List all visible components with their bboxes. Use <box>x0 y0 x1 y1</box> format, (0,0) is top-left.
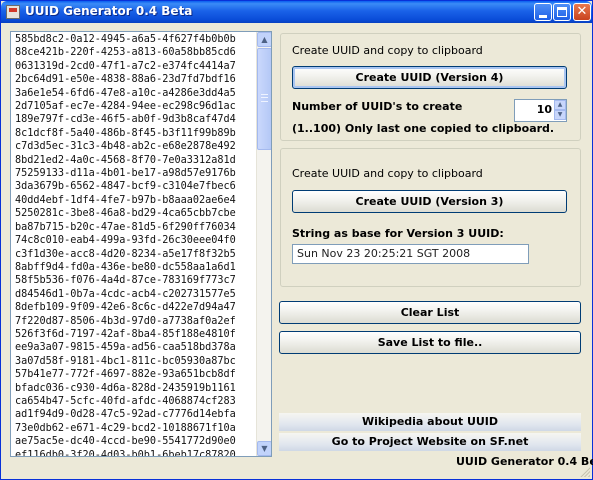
app-icon <box>6 5 20 19</box>
uuid-list-item[interactable]: 57b41e77-772f-4697-882e-93a651bcb8df <box>15 368 259 381</box>
v3-base-input[interactable]: Sun Nov 23 20:25:21 SGT 2008 <box>292 244 529 264</box>
count-label: Number of UUID's to create <box>292 100 463 113</box>
uuid-list-item[interactable]: c7d3d5ec-31c3-4b48-ab2c-e68e2878e492 <box>15 140 259 153</box>
uuid-list-item[interactable]: 8c1dcf8f-5a40-486b-8f45-b3f11f99b89b <box>15 127 259 140</box>
uuid-list-item[interactable]: 7f220d87-8506-4b3d-97d0-a7738af0a2ef <box>15 315 259 328</box>
list-scrollbar[interactable]: ▲ ▼ <box>256 32 271 456</box>
uuid-list-item[interactable]: ca654b47-5cfc-40fd-afdc-4068874cf283 <box>15 395 259 408</box>
create-uuid-v3-button[interactable]: Create UUID (Version 3) <box>292 190 567 213</box>
uuid-list-item[interactable]: 73e0db62-e671-4c29-bcd2-10188671f10a <box>15 422 259 435</box>
clear-list-button[interactable]: Clear List <box>279 301 581 324</box>
uuid-list-item[interactable]: d84546d1-0b7a-4cdc-acb4-c202731577e5 <box>15 288 259 301</box>
uuid-list-item[interactable]: c3f1d30e-acc8-4d20-8234-a5e17f8f32b5 <box>15 248 259 261</box>
uuid-list-item[interactable]: 3a07d58f-9181-4bc1-811c-bc05930a87bc <box>15 355 259 368</box>
spin-down-button[interactable]: ▼ <box>554 110 566 120</box>
maximize-button[interactable] <box>553 3 571 21</box>
resize-grip-icon[interactable] <box>579 466 590 477</box>
app-window: UUID Generator 0.4 Beta ✕ 585bd8c2-0a12-… <box>0 0 593 480</box>
uuid-list-item[interactable]: bfadc036-c930-4d6a-828d-2435919b1161 <box>15 382 259 395</box>
uuid-list-item[interactable]: 2d7105af-ec7e-4284-94ee-ec298c96d1ac <box>15 100 259 113</box>
uuid-list-item[interactable]: 3a6e1e54-6fd6-47e8-a10c-a4286e3dd4a5 <box>15 87 259 100</box>
create-uuid-v4-button[interactable]: Create UUID (Version 4) <box>292 66 567 89</box>
v3-heading: Create UUID and copy to clipboard <box>292 167 483 180</box>
uuid-list-item[interactable]: 88ce421b-220f-4253-a813-60a58bb85cd6 <box>15 46 259 59</box>
uuid-list-item[interactable]: 2bc64d91-e50e-4838-88a6-23d7fd7bdf16 <box>15 73 259 86</box>
uuid-list-item[interactable]: 3da3679b-6562-4847-bcf9-c3104e7fbec6 <box>15 180 259 193</box>
count-hint: (1..100) Only last one copied to clipboa… <box>292 122 555 135</box>
uuid-list[interactable]: 585bd8c2-0a12-4945-a6a5-4f627f4b0b0b 88ce… <box>10 31 272 457</box>
uuid-list-item[interactable]: 8bd21ed2-4a0c-4568-8f70-7e0a3312a81d <box>15 154 259 167</box>
project-website-button[interactable]: Go to Project Website on SF.net <box>279 433 581 451</box>
version-footer: UUID Generator 0.4 Beta <box>456 455 593 468</box>
uuid-list-item[interactable]: 5250281c-3be8-46a8-bd29-4ca65cbb7cbe <box>15 207 259 220</box>
scroll-up-button[interactable]: ▲ <box>257 32 271 47</box>
scroll-thumb[interactable] <box>257 48 271 150</box>
uuid-list-item[interactable]: 40dd4ebf-1df4-4fe7-b97b-b8aaa02ae6e4 <box>15 194 259 207</box>
uuid-list-item[interactable]: ef116db0-3f20-4d03-b0b1-6beb17c87820 <box>15 449 259 456</box>
minimize-icon <box>539 15 547 18</box>
v3-base-label: String as base for Version 3 UUID: <box>292 227 504 240</box>
minimize-button[interactable] <box>534 3 552 21</box>
v4-heading: Create UUID and copy to clipboard <box>292 44 483 57</box>
uuid-list-item[interactable]: 75259133-d11a-4b01-be17-a98d57e9176b <box>15 167 259 180</box>
uuid-list-item[interactable]: 189e797f-cd3e-46f5-ab0f-9d3b8caf47d4 <box>15 113 259 126</box>
uuid-list-item[interactable]: ae75ac5e-dc40-4ccd-be90-5541772d90e0 <box>15 435 259 448</box>
window-title: UUID Generator 0.4 Beta <box>25 4 193 18</box>
uuid-list-item[interactable]: ba87b715-b20c-47ae-81d5-6f290ff76034 <box>15 221 259 234</box>
uuid-list-items: 585bd8c2-0a12-4945-a6a5-4f627f4b0b0b 88ce… <box>15 33 259 456</box>
uuid-list-item[interactable]: 585bd8c2-0a12-4945-a6a5-4f627f4b0b0b <box>15 33 259 46</box>
uuid-count-spinner[interactable]: 10 ▲ ▼ <box>514 99 567 122</box>
uuid-list-item[interactable]: ad1f94d9-0d28-47c5-92ad-c7776d14ebfa <box>15 408 259 421</box>
scroll-down-button[interactable]: ▼ <box>257 441 271 456</box>
version3-panel: Create UUID and copy to clipboard Create… <box>280 148 581 287</box>
uuid-list-item[interactable]: 58f5b536-f076-4a4d-87ce-783169f773c7 <box>15 274 259 287</box>
wikipedia-link-button[interactable]: Wikipedia about UUID <box>279 413 581 431</box>
title-bar[interactable]: UUID Generator 0.4 Beta ✕ <box>1 1 592 23</box>
spin-up-button[interactable]: ▲ <box>554 100 566 110</box>
save-list-button[interactable]: Save List to file.. <box>279 331 581 354</box>
uuid-list-item[interactable]: 0631319d-2cd0-47f1-a7c2-e374fc4414a7 <box>15 60 259 73</box>
scroll-grip-icon <box>261 94 268 102</box>
uuid-count-value[interactable]: 10 <box>537 103 552 116</box>
uuid-list-item[interactable]: 8defb109-9f09-42e6-8c6c-d422e7d94a47 <box>15 301 259 314</box>
uuid-list-item[interactable]: 8abff9d4-fd0a-436e-be80-dc558aa1a6d1 <box>15 261 259 274</box>
close-icon: ✕ <box>576 4 588 19</box>
version4-panel: Create UUID and copy to clipboard Create… <box>280 33 581 141</box>
uuid-list-item[interactable]: 74c8c010-eab4-499a-93fd-26c30eee04f0 <box>15 234 259 247</box>
uuid-list-item[interactable]: ee9a3a07-9815-459a-ad56-caa518bd378a <box>15 341 259 354</box>
close-button[interactable]: ✕ <box>573 3 591 21</box>
uuid-list-item[interactable]: 526f3f6d-7197-42af-8ba4-85f188e4810f <box>15 328 259 341</box>
maximize-icon <box>557 7 567 17</box>
